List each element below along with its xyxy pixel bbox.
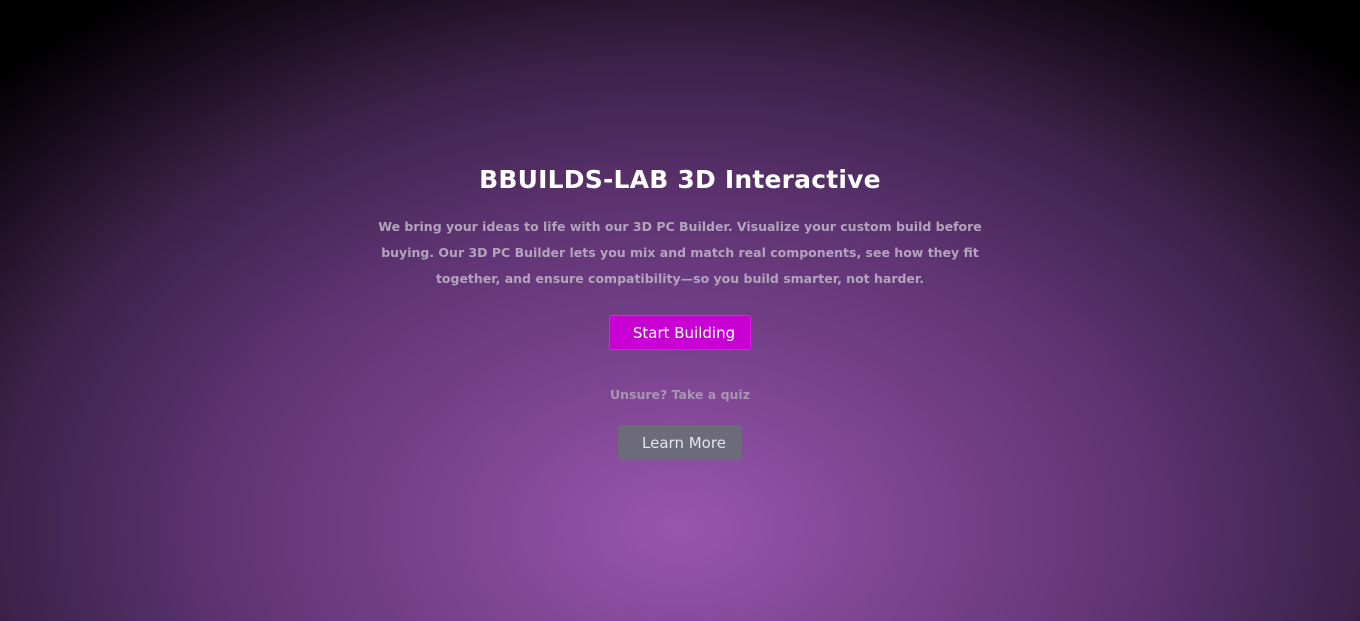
learn-more-button[interactable]: Learn More [618, 425, 742, 460]
hero-description: We bring your ideas to life with our 3D … [378, 219, 982, 286]
hero-section: BBUILDS-LAB 3D Interactive We bring your… [0, 160, 1360, 460]
start-building-button[interactable]: Start Building [609, 315, 751, 350]
quiz-prompt-text: Unsure? Take a quiz [610, 387, 750, 402]
page-title: BBUILDS-LAB 3D Interactive [479, 165, 881, 194]
